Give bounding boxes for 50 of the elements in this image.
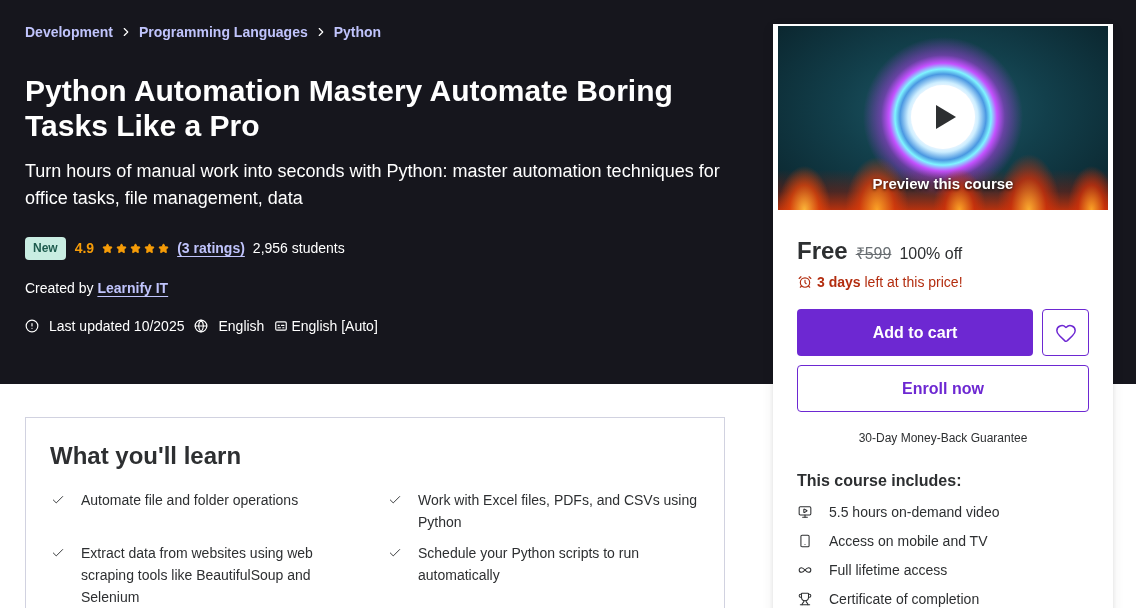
- breadcrumb-link[interactable]: Development: [25, 23, 113, 41]
- includes-heading: This course includes:: [797, 471, 963, 491]
- deadline-text: 3 days left at this price!: [817, 273, 963, 292]
- include-text: Certificate of completion: [829, 590, 980, 608]
- star-icon: [102, 242, 114, 254]
- star-icon: [116, 242, 128, 254]
- monitor-play-icon: [798, 505, 812, 519]
- check-icon: [51, 546, 65, 560]
- course-title: Python Automation Mastery Automate Boring Tasks Like a Pro: [25, 73, 674, 143]
- meta-text: English: [218, 318, 265, 334]
- wishlist-button[interactable]: [1042, 309, 1089, 356]
- instructor-link[interactable]: Learnify IT: [97, 280, 169, 296]
- check-icon: [388, 546, 402, 560]
- guarantee-text: 30-Day Money-Back Guarantee: [857, 430, 1029, 447]
- alarm-clock-icon: [798, 275, 812, 289]
- play-icon[interactable]: [911, 85, 975, 149]
- new-badge: New: [25, 236, 66, 260]
- learn-item-text: Work with Excel files, PDFs, and CSVs using Python: [418, 491, 699, 532]
- student-count: 2,956 students: [252, 240, 345, 256]
- include-text: Access on mobile and TV: [829, 532, 988, 550]
- check-icon: [51, 493, 65, 507]
- discount-text: 100% off: [899, 245, 963, 263]
- learn-item-text: Extract data from websites using web scraping tools like BeautifulSoup and Selenium: [81, 544, 314, 607]
- meta-text: Last updated 10/2025: [49, 318, 185, 334]
- price: Free: [797, 236, 848, 266]
- trophy-icon: [798, 592, 812, 606]
- course-subtitle: Turn hours of manual work into seconds with Python: master automation techniques for office tasks, file management, data: [25, 160, 721, 210]
- add-to-cart-button[interactable]: Add to cart: [797, 309, 1033, 356]
- original-price: ₹599: [855, 244, 892, 264]
- check-icon: [388, 493, 402, 507]
- enroll-button[interactable]: Enroll now: [797, 365, 1089, 412]
- star-icon: [144, 242, 156, 254]
- ratings-link[interactable]: (3 ratings): [177, 240, 245, 256]
- smartphone-icon: [798, 534, 812, 548]
- breadcrumb-link[interactable]: Python: [333, 23, 382, 41]
- include-text: Full lifetime access: [829, 561, 948, 579]
- star-icon: [158, 242, 170, 254]
- meta-text: English [Auto]: [291, 318, 378, 334]
- rating-value: 4.9: [74, 240, 95, 256]
- alert-circle-icon: [25, 319, 39, 333]
- globe-icon: [194, 319, 209, 333]
- breadcrumb-link[interactable]: Programming Languages: [138, 23, 308, 41]
- star-icon: [130, 242, 142, 254]
- learn-item-text: Schedule your Python scripts to run automatically: [418, 544, 640, 585]
- include-text: 5.5 hours on-demand video: [829, 503, 1000, 521]
- course-preview-button[interactable]: Preview this course: [778, 26, 1108, 210]
- learn-item-text: Automate file and folder operations: [81, 491, 299, 510]
- learn-heading: What you'll learn: [50, 442, 243, 470]
- captions-icon: [274, 319, 289, 333]
- created-by-text: Created by Learnify IT: [25, 279, 169, 298]
